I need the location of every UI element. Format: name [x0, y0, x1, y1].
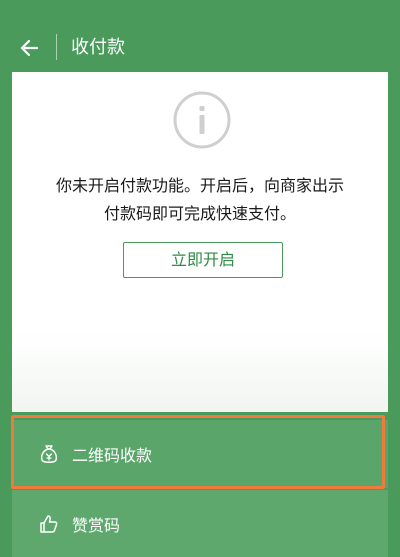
menu-item-label: 赞赏码 [72, 516, 121, 535]
notice-line-2: 付款码即可完成快速支付。 [103, 204, 296, 223]
back-arrow-icon [20, 39, 39, 57]
payment-disabled-card: 你未开启付款功能。开启后，向商家出示 付款码即可完成快速支付。 立即开启 [12, 72, 388, 412]
notice-line-1: 你未开启付款功能。开启后，向商家出示 [55, 176, 344, 195]
notice-message: 你未开启付款功能。开启后，向商家出示 付款码即可完成快速支付。 [12, 172, 388, 228]
back-button[interactable] [12, 32, 46, 64]
page-title: 收付款 [71, 37, 125, 58]
card-bottom-area [12, 332, 388, 412]
receive-menu: 二维码收款 赞赏码 [12, 418, 388, 557]
menu-item-qr-receive[interactable]: 二维码收款 [12, 420, 388, 488]
info-icon [173, 91, 231, 149]
menu-item-label: 二维码收款 [72, 446, 153, 465]
menu-item-appreciation-code[interactable]: 赞赏码 [12, 490, 388, 557]
header-divider [56, 34, 57, 60]
enable-payment-button[interactable]: 立即开启 [123, 242, 283, 278]
money-bag-icon [38, 443, 60, 465]
thumbs-up-icon [38, 513, 60, 535]
